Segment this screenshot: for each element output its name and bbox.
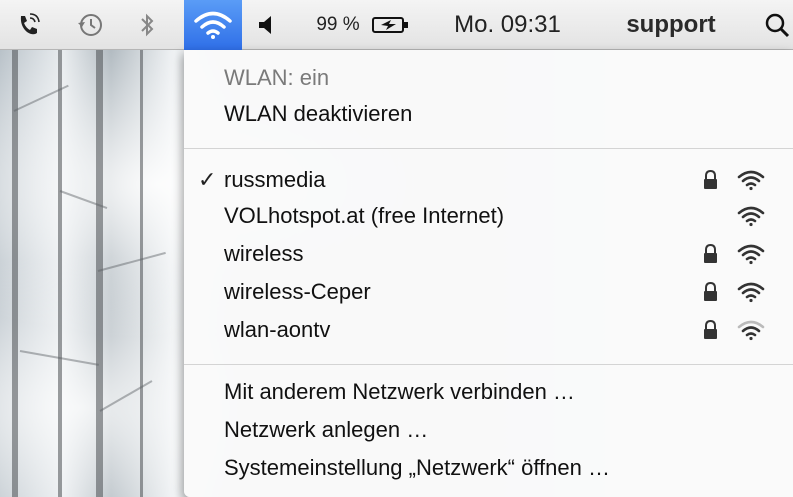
bluetooth-icon[interactable] xyxy=(130,0,166,50)
menu-bar: 99 % Mo. 09:31 support xyxy=(0,0,793,50)
user-menu[interactable]: support xyxy=(610,0,732,50)
clock[interactable]: Mo. 09:31 xyxy=(425,0,590,50)
wifi-status: WLAN: ein xyxy=(224,65,330,90)
open-network-prefs-item[interactable]: Systemeinstellung „Netzwerk“ öffnen … xyxy=(184,450,793,486)
wifi-toggle-label: WLAN deaktivieren xyxy=(224,101,413,126)
create-network-item[interactable]: Netzwerk anlegen … xyxy=(184,412,793,448)
checkmark-icon: ✓ xyxy=(198,167,217,192)
wifi-icon xyxy=(194,11,232,39)
time-machine-icon[interactable] xyxy=(70,0,110,50)
join-other-network-item[interactable]: Mit anderem Netzwerk verbinden … xyxy=(184,374,793,410)
lock-icon xyxy=(704,243,717,263)
network-item[interactable]: wlan-aontv xyxy=(184,312,793,348)
signal-strength-icon xyxy=(737,320,765,341)
lock-icon xyxy=(704,169,717,189)
wifi-toggle-item[interactable]: WLAN deaktivieren xyxy=(184,96,793,132)
phone-icon[interactable] xyxy=(8,0,48,50)
separator xyxy=(184,148,793,149)
signal-strength-icon xyxy=(737,170,765,191)
create-network-label: Netzwerk anlegen … xyxy=(224,417,429,442)
separator xyxy=(184,364,793,365)
network-name: wireless xyxy=(224,241,304,266)
network-name: russmedia xyxy=(224,167,326,192)
signal-strength-icon xyxy=(737,244,765,265)
network-item[interactable]: wireless-Ceper xyxy=(184,274,793,310)
network-item[interactable]: wireless xyxy=(184,236,793,272)
network-name: VOLhotspot.at (free Internet) xyxy=(224,203,505,228)
open-network-prefs-label: Systemeinstellung „Netzwerk“ öffnen … xyxy=(224,455,610,480)
lock-icon xyxy=(704,281,717,301)
network-name: wlan-aontv xyxy=(224,317,331,342)
signal-strength-icon xyxy=(737,282,765,303)
join-other-label: Mit anderem Netzwerk verbinden … xyxy=(224,379,575,404)
network-item[interactable]: VOLhotspot.at (free Internet) xyxy=(184,198,793,234)
spotlight-icon[interactable] xyxy=(760,0,793,50)
battery-icon[interactable] xyxy=(370,0,412,50)
wifi-menu-extra[interactable] xyxy=(184,0,242,50)
wifi-status-row: WLAN: ein xyxy=(184,60,793,96)
battery-percent: 99 % xyxy=(316,14,360,35)
volume-icon[interactable] xyxy=(252,0,280,50)
network-name: wireless-Ceper xyxy=(224,279,371,304)
wifi-menu: WLAN: ein WLAN deaktivieren ✓ russmedia … xyxy=(184,50,793,497)
lock-icon xyxy=(704,319,717,339)
signal-strength-icon xyxy=(737,206,765,227)
network-item[interactable]: ✓ russmedia xyxy=(184,162,793,198)
